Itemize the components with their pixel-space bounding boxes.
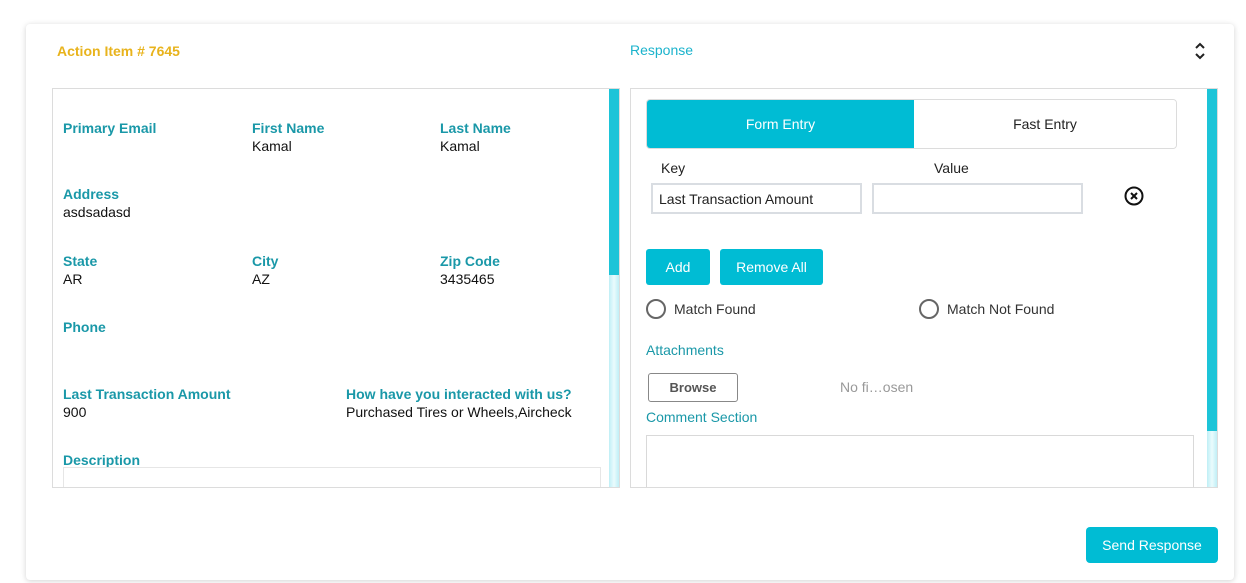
field-value: asdsadasd	[63, 204, 131, 220]
field-value: Kamal	[440, 138, 480, 154]
scrollbar-thumb[interactable]	[1207, 89, 1217, 431]
field-zip-code: Zip Code 3435465	[440, 252, 500, 288]
remove-all-button[interactable]: Remove All	[720, 249, 823, 285]
tab-form-entry[interactable]: Form Entry	[647, 100, 914, 148]
radio-label: Match Found	[674, 301, 756, 317]
field-value: 900	[63, 404, 87, 420]
key-column-label: Key	[661, 160, 686, 176]
send-response-button[interactable]: Send Response	[1086, 527, 1218, 563]
scrollbar-thumb[interactable]	[609, 89, 619, 275]
field-label: Primary Email	[63, 120, 157, 136]
field-label: Last Name	[440, 120, 511, 136]
field-value: Kamal	[252, 138, 292, 154]
field-label: How have you interacted with us?	[346, 386, 572, 402]
field-value: AR	[63, 271, 83, 287]
right-panel-scrollbar[interactable]	[1207, 89, 1217, 487]
add-button[interactable]: Add	[646, 249, 710, 285]
field-city: City AZ	[252, 252, 278, 288]
field-address: Address asdsadasd	[63, 185, 131, 221]
collapse-toggle-button[interactable]	[1192, 40, 1208, 64]
value-input[interactable]	[872, 183, 1083, 214]
customer-details-panel: Primary Email First Name Kamal Last Name…	[52, 88, 620, 488]
field-phone: Phone	[63, 318, 106, 336]
value-column-label: Value	[934, 160, 969, 176]
field-value: AZ	[252, 271, 270, 287]
response-panel: Form Entry Fast Entry Key Value Add Remo…	[630, 88, 1218, 488]
circle-x-icon	[1124, 186, 1144, 206]
field-state: State AR	[63, 252, 97, 288]
field-label: State	[63, 253, 98, 269]
field-label: City	[252, 253, 279, 269]
chevron-up-down-icon	[1195, 42, 1205, 60]
attachments-label: Attachments	[646, 342, 724, 358]
tab-fast-entry[interactable]: Fast Entry	[914, 100, 1176, 148]
field-label: First Name	[252, 120, 325, 136]
field-last-name: Last Name Kamal	[440, 119, 511, 155]
field-label: Address	[63, 186, 120, 202]
key-input[interactable]	[651, 183, 862, 214]
radio-label: Match Not Found	[947, 301, 1055, 317]
radio-match-not-found[interactable]: Match Not Found	[919, 299, 1054, 319]
response-title: Response	[630, 42, 694, 58]
action-item-card: Action Item # 7645 Response Primary Emai…	[26, 24, 1234, 580]
radio-circle[interactable]	[919, 299, 939, 319]
comment-textarea[interactable]	[646, 435, 1194, 487]
field-first-name: First Name Kamal	[252, 119, 324, 155]
radio-match-found[interactable]: Match Found	[646, 299, 756, 319]
file-status: No fi…osen	[840, 379, 914, 395]
remove-row-button[interactable]	[1123, 185, 1145, 207]
field-label: Phone	[63, 319, 106, 335]
comment-section-label: Comment Section	[646, 409, 758, 425]
description-box	[63, 467, 601, 487]
field-label: Last Transaction Amount	[63, 386, 231, 402]
field-value: 3435465	[440, 271, 495, 287]
field-value: Purchased Tires or Wheels,Aircheck	[346, 404, 572, 420]
entry-mode-tabs: Form Entry Fast Entry	[646, 99, 1177, 149]
browse-button[interactable]: Browse	[648, 373, 738, 402]
radio-circle[interactable]	[646, 299, 666, 319]
left-panel-scrollbar[interactable]	[609, 89, 619, 487]
field-label: Zip Code	[440, 253, 500, 269]
field-last-transaction-amount: Last Transaction Amount 900	[63, 385, 231, 421]
field-interaction: How have you interacted with us? Purchas…	[346, 385, 572, 421]
field-primary-email: Primary Email	[63, 119, 156, 137]
action-item-title: Action Item # 7645	[57, 43, 180, 59]
